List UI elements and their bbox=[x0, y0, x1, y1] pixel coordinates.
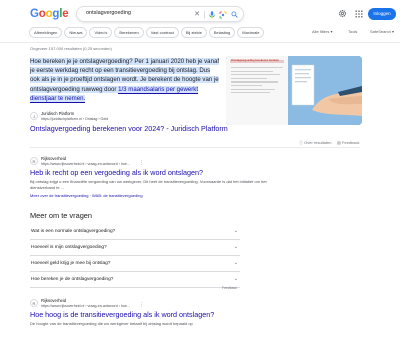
filter-chip[interactable]: Nieuws bbox=[64, 27, 88, 38]
chevron-down-icon: ⌄ bbox=[233, 260, 238, 266]
signin-button[interactable]: Inloggen bbox=[368, 8, 396, 20]
paa-question-text: Hoeveel geld krijg je mee bij ontslag? bbox=[31, 261, 111, 266]
result-site-name[interactable]: Rijksoverheid bbox=[41, 156, 66, 161]
more-options-icon[interactable]: ⋮ bbox=[139, 302, 144, 308]
filter-chip[interactable]: Berekenen bbox=[114, 27, 144, 38]
search-box[interactable]: ontslagvergoeding ✕ bbox=[76, 6, 244, 22]
search-input[interactable]: ontslagvergoeding bbox=[86, 10, 131, 16]
result-url[interactable]: https://www.rijksoverheid.nl › vraag-en-… bbox=[41, 162, 130, 166]
logo-letter: g bbox=[52, 8, 60, 20]
section-divider bbox=[30, 147, 360, 148]
about-results-link[interactable]: ⓘ Over resultaten bbox=[299, 140, 331, 146]
featured-snippet-text: Hoe bereken je je ontslagvergoeding? Per… bbox=[30, 57, 220, 103]
paa-heading: Meer om te vragen bbox=[30, 211, 93, 220]
filter-chip[interactable]: Maximale bbox=[237, 27, 265, 38]
paa-question[interactable]: Wat is een normale ontslagvergoeding? ⌄ bbox=[30, 224, 240, 240]
search-divider bbox=[204, 10, 205, 19]
all-filters-button[interactable]: Alle filters ▾ bbox=[312, 29, 332, 34]
logo-letter: o bbox=[45, 8, 53, 20]
header-divider bbox=[0, 42, 400, 43]
filter-chip[interactable]: Afbeeldingen bbox=[29, 27, 63, 38]
paa-feedback-link[interactable]: Feedback bbox=[222, 286, 237, 290]
result-stats: Ongeveer 157.000 resultaten (0,25 second… bbox=[30, 46, 112, 51]
google-logo[interactable]: Google bbox=[30, 8, 69, 20]
paa-question-text: Hoe bereken je de ontslagvergoeding? bbox=[31, 277, 114, 282]
help-icon: ⓘ bbox=[299, 140, 303, 145]
header: Google ontslagvergoeding ✕ Inloggen bbox=[0, 0, 400, 24]
paa-question-text: Hoeveel is mijn ontslagvergoeding? bbox=[31, 245, 107, 250]
feedback-icon: ▤ bbox=[337, 140, 341, 145]
featured-image-heading: Ontslagvergoeding berekenen bereken bbox=[231, 59, 279, 62]
site-favicon: R bbox=[30, 157, 38, 165]
tools-button[interactable]: Tools bbox=[348, 29, 357, 34]
more-options-icon[interactable]: ⋮ bbox=[139, 160, 144, 166]
result-site-name[interactable]: Juridisch Platform bbox=[41, 111, 74, 116]
result-sitelinks[interactable]: Meer over de transitievergoeding · WAB: … bbox=[30, 193, 143, 198]
result-url[interactable]: https://www.rijksoverheid.nl › vraag-en-… bbox=[41, 304, 130, 308]
safesearch-label: SafeSearch bbox=[370, 29, 391, 34]
all-filters-label: Alle filters bbox=[312, 29, 330, 34]
result-title[interactable]: Heb ik recht op een vergoeding als ik wo… bbox=[30, 168, 203, 177]
filter-chip[interactable]: Belasting bbox=[208, 27, 236, 38]
logo-letter: G bbox=[30, 8, 39, 20]
feedback-label: Feedback bbox=[341, 140, 360, 145]
search-icon[interactable] bbox=[231, 11, 238, 18]
site-favicon: R bbox=[30, 299, 38, 307]
result-description: Bij ontslag krijgt u een financiële verg… bbox=[30, 179, 267, 190]
result-url[interactable]: https://juridischplatform.nl › Ontslag ›… bbox=[41, 117, 108, 121]
filter-chip[interactable]: Vast contract bbox=[145, 27, 179, 38]
apps-grid-icon[interactable] bbox=[355, 10, 363, 18]
chevron-down-icon: ⌄ bbox=[233, 276, 238, 282]
result-site-name[interactable]: Rijksoverheid bbox=[41, 298, 66, 303]
filter-chip[interactable]: Bij ziekte bbox=[180, 27, 207, 38]
mic-icon[interactable] bbox=[209, 10, 215, 19]
paa-question-text: Wat is een normale ontslagvergoeding? bbox=[31, 229, 116, 234]
site-favicon: J bbox=[30, 112, 38, 120]
about-results-label: Over resultaten bbox=[304, 140, 332, 145]
gear-icon[interactable] bbox=[338, 9, 347, 18]
result-description: De hoogte van de transitievergoeding die… bbox=[30, 321, 193, 326]
paa-question[interactable]: Hoeveel is mijn ontslagvergoeding? ⌄ bbox=[30, 240, 240, 256]
paa-question[interactable]: Hoeveel geld krijg je mee bij ontslag? ⌄ bbox=[30, 256, 240, 272]
logo-letter: o bbox=[38, 8, 46, 20]
paa-question[interactable]: Hoe bereken je de ontslagvergoeding? ⌄ bbox=[30, 272, 240, 288]
chevron-down-icon: ⌄ bbox=[233, 228, 238, 234]
result-title[interactable]: Hoe hoog is de transitievergoeding als i… bbox=[30, 310, 214, 319]
featured-image[interactable]: Ontslagvergoeding berekenen bereken bbox=[226, 56, 362, 125]
feedback-link[interactable]: ▤ Feedback bbox=[337, 140, 359, 145]
lens-icon[interactable] bbox=[219, 11, 227, 19]
filter-chip[interactable]: Video's bbox=[89, 27, 113, 38]
close-icon[interactable]: ✕ bbox=[194, 9, 200, 20]
featured-image-table bbox=[231, 67, 283, 96]
filter-chips: Afbeeldingen Nieuws Video's Berekenen Vast c… bbox=[29, 27, 265, 39]
safesearch-button[interactable]: SafeSearch ▾ bbox=[370, 29, 394, 34]
featured-result-title[interactable]: Ontslagvergoeding berekenen voor 2024? -… bbox=[30, 124, 228, 133]
logo-letter: e bbox=[62, 8, 69, 20]
chevron-down-icon: ⌄ bbox=[233, 244, 238, 250]
